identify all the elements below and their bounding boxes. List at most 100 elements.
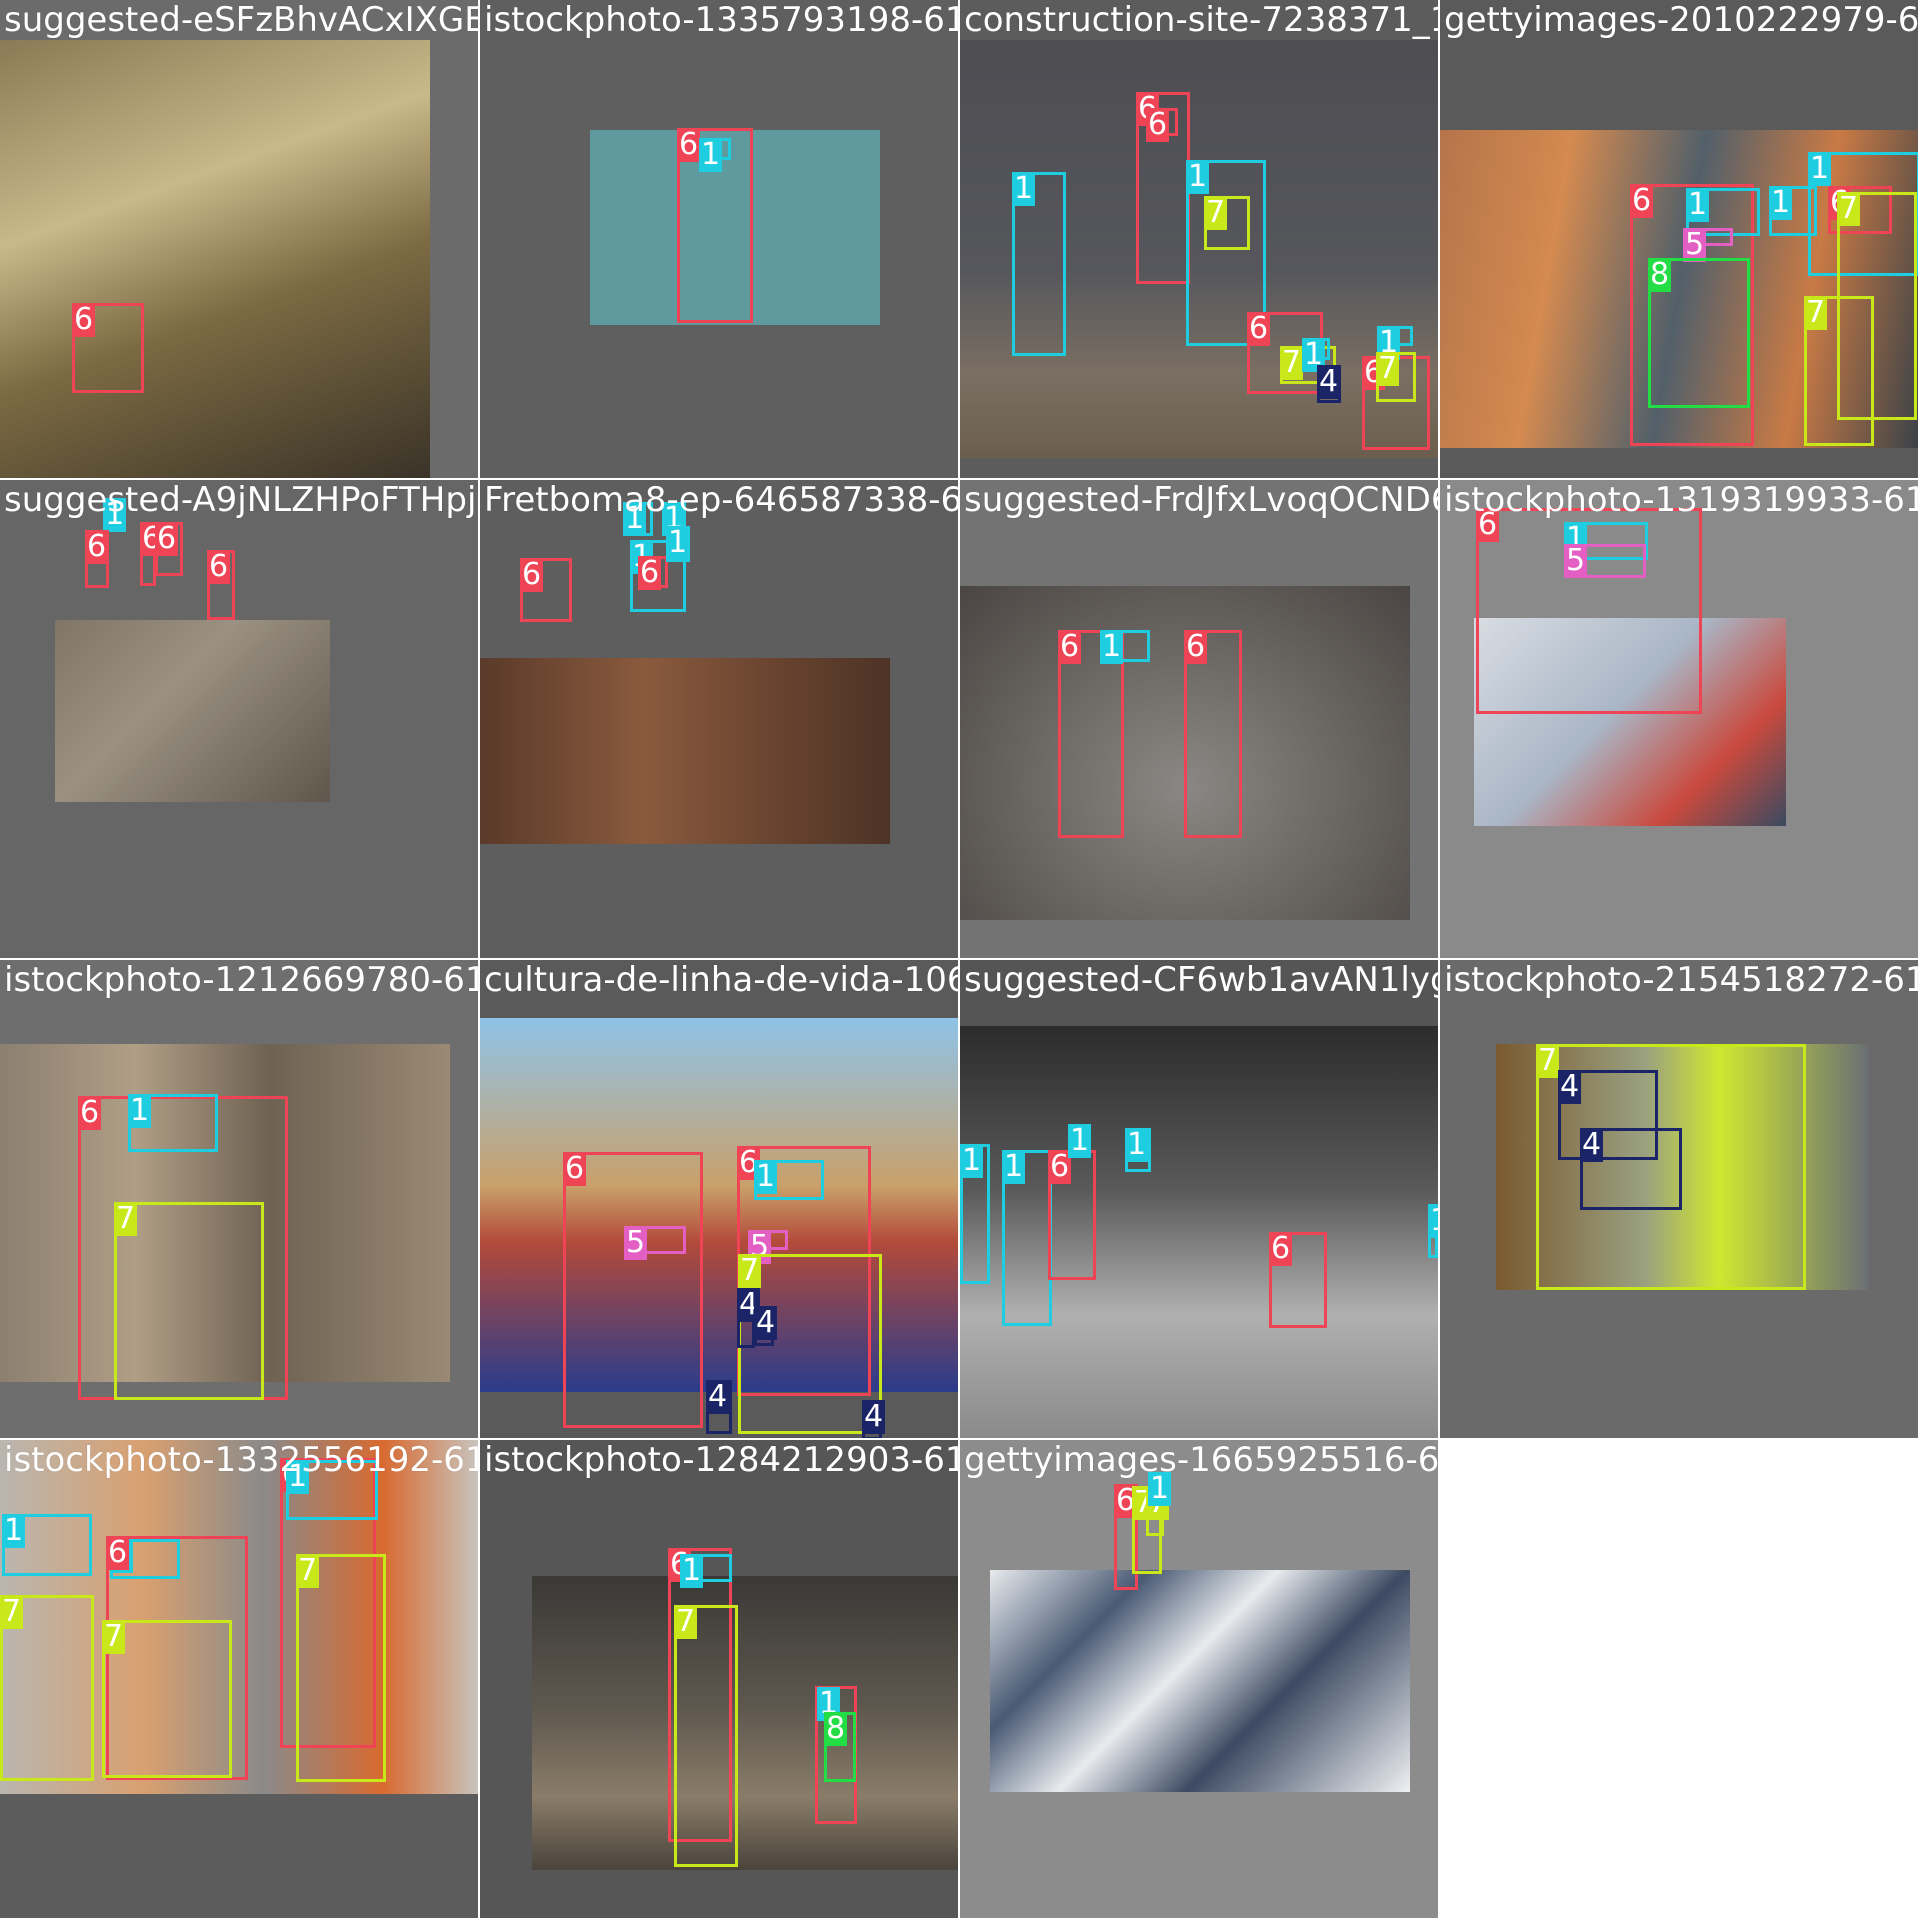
class-label: 1 — [1012, 171, 1036, 206]
tile-photo — [55, 620, 330, 802]
class-label: 6 — [1247, 311, 1271, 346]
tile-photo — [480, 1018, 958, 1392]
bounding-box: 6 — [207, 550, 235, 620]
class-label: 6 — [207, 549, 231, 584]
bounding-box: 4 — [862, 1399, 886, 1438]
tile-photo — [532, 1576, 958, 1870]
class-label: 1 — [1125, 1127, 1149, 1162]
bounding-box: 1 — [1100, 629, 1150, 664]
class-label: 1 — [128, 1093, 152, 1128]
bounding-box: 6 — [85, 530, 109, 588]
mosaic-tile: Fretboma8-ep-646587338-612x612_jpg.rf.61… — [480, 480, 958, 958]
class-label: 1 — [699, 137, 723, 172]
class-label: 8 — [824, 1711, 848, 1746]
bounding-box: 8 — [1648, 258, 1750, 408]
class-label: 1 — [960, 1143, 984, 1178]
bounding-box: 1 — [623, 502, 653, 536]
tile-filename: istockphoto-1212669780-612x612_jpg.rf.08 — [4, 960, 478, 1000]
class-label: 1 — [1808, 151, 1832, 186]
bounding-box: 7 — [1837, 192, 1917, 420]
bounding-box: 6 — [638, 555, 668, 590]
tile-filename: gettyimages-2010222979-612x612_jpg.rf. — [1444, 0, 1918, 40]
class-label: 1 — [1428, 1204, 1438, 1238]
class-label: 4 — [1558, 1069, 1582, 1104]
tile-photo — [480, 658, 890, 844]
class-label: 1 — [680, 1553, 704, 1588]
class-label: 5 — [1683, 227, 1707, 262]
bounding-box: 1 — [1002, 1150, 1052, 1326]
bounding-box: 1 — [666, 526, 690, 562]
class-label: 1 — [1068, 1123, 1092, 1158]
class-label: 6 — [520, 557, 544, 592]
mosaic-tile: suggested-eSFzBhvACxIXGEO1HRYM_jpg.rf. 6 — [0, 0, 478, 478]
bounding-box: 1 — [103, 498, 127, 532]
bounding-box: 1 — [1148, 1472, 1172, 1506]
class-label: 1 — [1769, 185, 1793, 220]
bounding-box: 5 — [748, 1230, 788, 1264]
bounding-box: 5 — [1564, 544, 1646, 578]
mosaic-grid: suggested-eSFzBhvACxIXGEO1HRYM_jpg.rf.6i… — [0, 0, 1920, 1920]
bounding-box: 5 — [1683, 228, 1733, 262]
bounding-box: 7 — [102, 1620, 232, 1778]
class-label: 6 — [1058, 629, 1082, 664]
mosaic-tile: suggested-CF6wb1avAN1lygsI7aPT_jpg.rf.11… — [960, 960, 1438, 1438]
bounding-box: 1 — [817, 1687, 841, 1721]
class-label: 6 — [1269, 1231, 1293, 1266]
bounding-box: 6 — [72, 303, 144, 393]
class-label: 4 — [706, 1379, 730, 1414]
bounding-box: 1 — [680, 1554, 732, 1588]
class-label: 6 — [1184, 629, 1208, 664]
bounding-box: 7 — [0, 1595, 94, 1781]
class-label: 4 — [862, 1399, 886, 1434]
class-label: 7 — [296, 1553, 320, 1588]
mosaic-tile: istockphoto-1335793198-612x612_jpg.rf. 61 — [480, 0, 958, 478]
bounding-box: 4 — [1317, 365, 1341, 403]
bounding-box: 6 — [140, 522, 164, 586]
class-label: 7 — [0, 1594, 24, 1629]
tile-filename: Fretboma8-ep-646587338-612x612_jpg.rf. — [484, 480, 958, 520]
class-label: 6 — [78, 1095, 102, 1130]
mosaic-tile: istockphoto-1284212903-612x612_jpg.rf.61… — [480, 1440, 958, 1918]
class-label: 1 — [103, 497, 127, 532]
bounding-box: 7 — [296, 1554, 386, 1782]
class-label: 7 — [1376, 351, 1400, 386]
class-label: 7 — [738, 1253, 762, 1288]
mosaic-tile: istockphoto-1319319933-612x612_jpg.rf.61… — [1440, 480, 1918, 958]
tile-filename: istockphoto-1335793198-612x612_jpg.rf. — [484, 0, 958, 40]
class-label: 6 — [638, 555, 662, 590]
bounding-box: 7 — [1376, 352, 1416, 402]
class-label: 6 — [1476, 507, 1500, 542]
class-label: 1 — [623, 501, 647, 536]
bounding-box: 1 — [1428, 1204, 1438, 1258]
mosaic-tile: istockphoto-1332556192-612x612_jpg.rf.61… — [0, 1440, 478, 1918]
bounding-box: 1 — [286, 1460, 378, 1520]
tile-filename: suggested-eSFzBhvACxIXGEO1HRYM_jpg.rf. — [4, 0, 478, 40]
class-label: 1 — [754, 1159, 778, 1194]
tile-filename: gettyimages-1665925516-612x612_jpg.rf.08 — [964, 1440, 1438, 1480]
bounding-box: 1 — [1125, 1128, 1151, 1172]
class-label: 4 — [1580, 1127, 1604, 1162]
bounding-box: 7 — [1204, 196, 1250, 250]
mosaic-tile: cultura-de-linha-de-vida-1060X700_jpg.rf… — [480, 960, 958, 1438]
tile-photo — [0, 40, 430, 478]
bounding-box: 4 — [1580, 1128, 1682, 1210]
mosaic-tile: suggested-A9jNLZHPoFTHpjZ6ymr8_jpg.rf.16… — [0, 480, 478, 958]
mosaic-tile: suggested-FrdJfxLvoqOCND68XYnk_jpg.rf.61… — [960, 480, 1438, 958]
mosaic-tile: gettyimages-1665925516-612x612_jpg.rf.08… — [960, 1440, 1438, 1918]
bounding-box: 7 — [674, 1605, 738, 1867]
tile-filename: istockphoto-1284212903-612x612_jpg.rf. — [484, 1440, 958, 1480]
bounding-box: 6 — [155, 522, 183, 576]
class-label: 7 — [1280, 345, 1304, 380]
class-label: 6 — [677, 127, 701, 162]
class-label: 6 — [155, 521, 179, 556]
mosaic-tile: istockphoto-1212669780-612x612_jpg.rf.08… — [0, 960, 478, 1438]
bounding-box: 4 — [737, 1288, 761, 1348]
bounding-box: 1 — [1377, 326, 1413, 360]
class-label: 6 — [85, 529, 109, 564]
class-label: 5 — [624, 1225, 648, 1260]
tile-filename: suggested-A9jNLZHPoFTHpjZ6ymr8_jpg.rf. — [4, 480, 478, 520]
bounding-box: 7 — [114, 1202, 264, 1400]
bounding-box: 1 — [1012, 172, 1066, 356]
class-label: 8 — [1648, 257, 1672, 292]
class-label: 1 — [1100, 629, 1124, 664]
